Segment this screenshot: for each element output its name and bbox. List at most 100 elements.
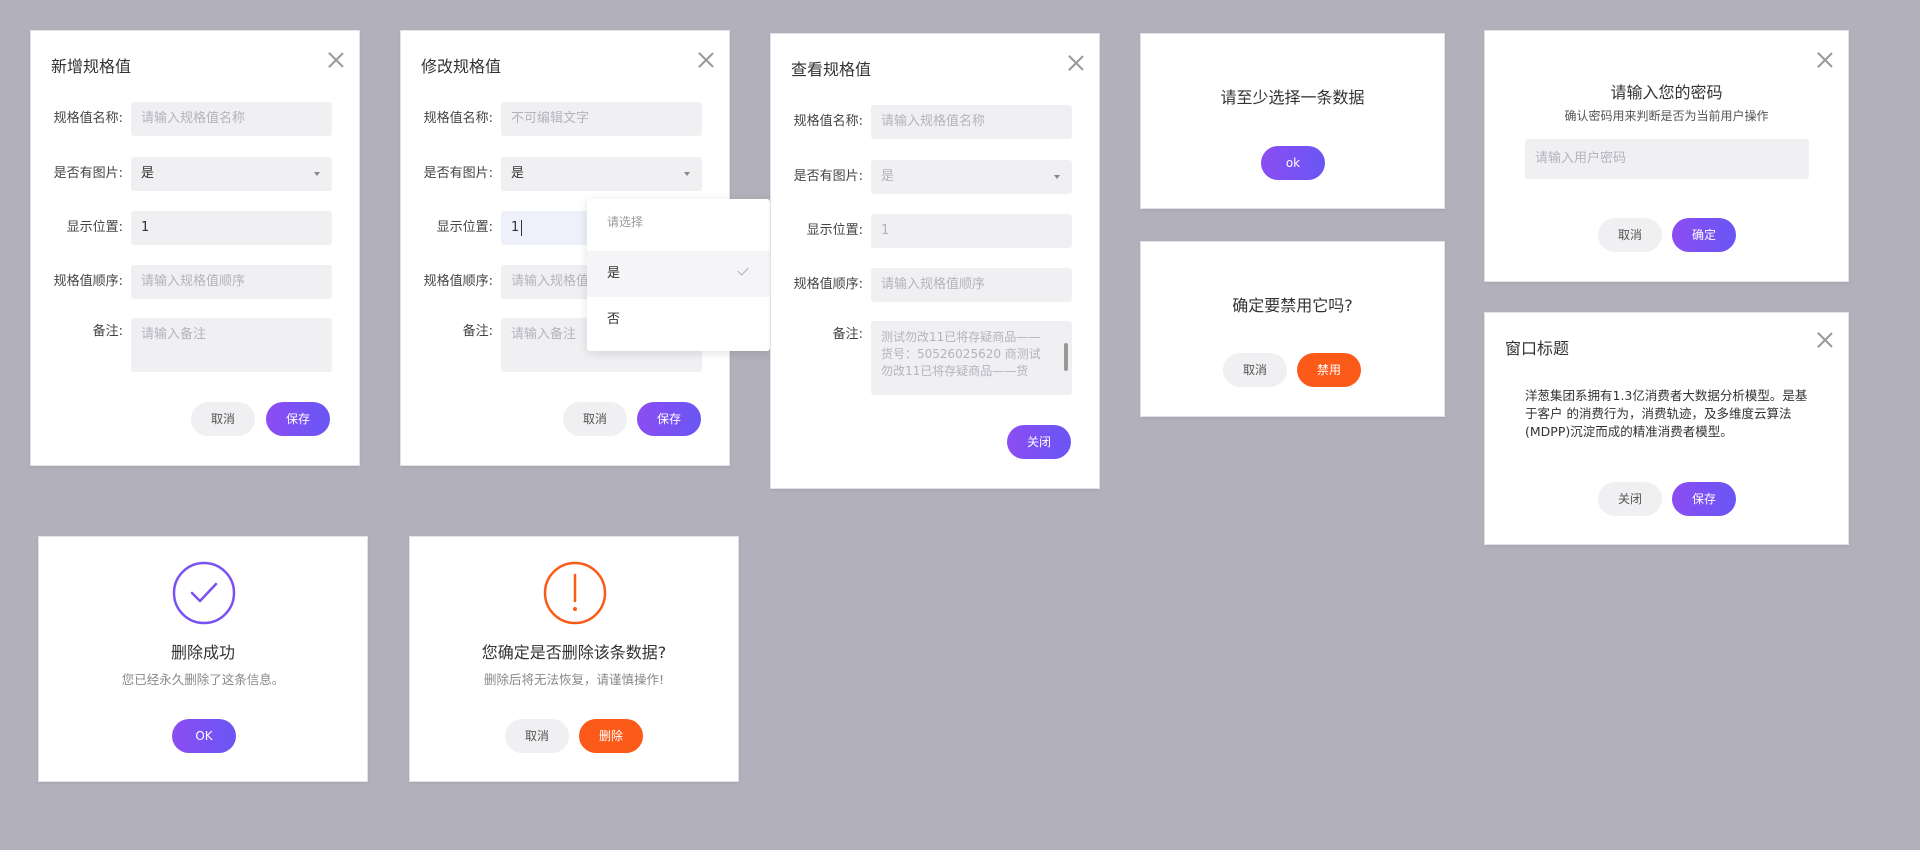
view-spec-dialog: 查看规格值 规格值名称: 请输入规格值名称 是否有图片: 是 显示位置: 1 规… [770, 33, 1100, 489]
note-row: 备注: 测试勿改11已将存疑商品——货号：50526025620 商测试勿改11… [771, 321, 1099, 395]
image-label: 是否有图片: [793, 169, 863, 184]
position-label: 显示位置: [436, 220, 493, 235]
position-row: 显示位置: 1 [31, 211, 359, 245]
success-check-icon [172, 561, 236, 625]
name-row: 规格值名称: 请输入规格值名称 [771, 105, 1099, 139]
image-select-dropdown: 请选择 是 否 [587, 199, 770, 351]
note-row: 备注: 请输入备注 [31, 318, 359, 372]
image-row: 是否有图片: 是 [771, 160, 1099, 194]
password-input[interactable]: 请输入用户密码 [1525, 139, 1809, 179]
image-select: 是 [871, 160, 1072, 194]
image-select-value: 是 [141, 166, 155, 181]
confirm-button[interactable]: 确定 [1672, 218, 1736, 252]
close-icon[interactable] [1067, 54, 1085, 72]
dialog-title: 窗口标题 [1505, 339, 1570, 358]
close-icon[interactable] [327, 51, 345, 69]
cancel-button[interactable]: 取消 [563, 402, 627, 436]
save-button[interactable]: 保存 [637, 402, 701, 436]
note-textarea[interactable]: 请输入备注 [131, 318, 332, 372]
chevron-down-icon [684, 172, 690, 176]
name-row: 规格值名称: 不可编辑文字 [401, 102, 729, 136]
dropdown-option-yes[interactable]: 是 [587, 251, 770, 297]
image-select[interactable]: 是 [131, 157, 332, 191]
name-label: 规格值名称: [793, 114, 863, 129]
image-select-value: 是 [881, 169, 895, 184]
dialog-title: 新增规格值 [51, 57, 132, 76]
dropdown-option-no[interactable]: 否 [587, 297, 770, 343]
note-label: 备注: [92, 324, 123, 339]
check-icon [737, 264, 749, 276]
image-label: 是否有图片: [53, 166, 123, 181]
image-row: 是否有图片: 是 [31, 157, 359, 191]
close-icon[interactable] [697, 51, 715, 69]
cancel-button[interactable]: 取消 [505, 719, 569, 753]
name-field: 请输入规格值名称 [871, 105, 1072, 139]
disable-confirm-dialog: 确定要禁用它吗? 取消 禁用 [1140, 241, 1445, 417]
name-input[interactable]: 请输入规格值名称 [131, 102, 332, 136]
dropdown-option-label: 是 [607, 266, 621, 281]
image-row: 是否有图片: 是 [401, 157, 729, 191]
close-icon[interactable] [1816, 51, 1834, 69]
chevron-down-icon [314, 172, 320, 176]
order-row: 规格值顺序: 请输入规格值顺序 [31, 265, 359, 299]
ok-button[interactable]: OK [172, 719, 236, 753]
position-label: 显示位置: [806, 223, 863, 238]
order-label: 规格值顺序: [423, 274, 493, 289]
text-cursor [521, 219, 523, 236]
alert-message: 请至少选择一条数据 [1220, 88, 1365, 107]
dialog-title: 请输入您的密码 [1610, 83, 1723, 102]
delete-success-dialog: 删除成功 您已经永久删除了这条信息。 OK [38, 536, 368, 782]
position-label: 显示位置: [66, 220, 123, 235]
dialog-subtitle: 确认密码用来判断是否为当前用户操作 [1564, 109, 1769, 123]
chevron-down-icon [1054, 175, 1060, 179]
note-text: 测试勿改11已将存疑商品——货号：50526025620 商测试勿改11已将存疑… [881, 330, 1041, 378]
image-select[interactable]: 是 [501, 157, 702, 191]
image-select-value: 是 [511, 166, 525, 181]
confirm-subtitle: 删除后将无法恢复，请谨慎操作! [483, 672, 664, 687]
success-title: 删除成功 [170, 643, 235, 662]
ok-button[interactable]: ok [1261, 146, 1325, 180]
cancel-button[interactable]: 取消 [191, 402, 255, 436]
dialog-title: 查看规格值 [791, 60, 872, 79]
name-row: 规格值名称: 请输入规格值名称 [31, 102, 359, 136]
dialog-body: 洋葱集团系拥有1.3亿消费者大数据分析模型。是基于客户 的消费行为，消费轨迹，及… [1525, 388, 1808, 439]
note-label: 备注: [832, 327, 863, 342]
add-spec-dialog: 新增规格值 规格值名称: 请输入规格值名称 是否有图片: 是 显示位置: 1 规… [30, 30, 360, 466]
confirm-message: 确定要禁用它吗? [1232, 296, 1353, 315]
position-input-value: 1 [511, 220, 520, 235]
dropdown-hint: 请选择 [607, 215, 644, 229]
disable-button[interactable]: 禁用 [1297, 353, 1361, 387]
position-row: 显示位置: 1 [771, 214, 1099, 248]
order-label: 规格值顺序: [793, 277, 863, 292]
position-input[interactable]: 1 [131, 211, 332, 245]
delete-confirm-dialog: 您确定是否删除该条数据? 删除后将无法恢复，请谨慎操作! 取消 删除 [409, 536, 739, 782]
cancel-button[interactable]: 取消 [1223, 353, 1287, 387]
order-field: 请输入规格值顺序 [871, 268, 1072, 302]
password-dialog: 请输入您的密码 确认密码用来判断是否为当前用户操作 请输入用户密码 取消 确定 [1484, 30, 1849, 282]
scrollbar-thumb[interactable] [1064, 343, 1068, 371]
confirm-title: 您确定是否删除该条数据? [481, 643, 667, 662]
name-label: 规格值名称: [423, 111, 493, 126]
save-button[interactable]: 保存 [1672, 482, 1736, 516]
success-subtitle: 您已经永久删除了这条信息。 [121, 672, 285, 687]
save-button[interactable]: 保存 [266, 402, 330, 436]
note-label: 备注: [462, 324, 493, 339]
dialog-title: 修改规格值 [421, 57, 502, 76]
select-alert-dialog: 请至少选择一条数据 ok [1140, 33, 1445, 209]
position-field: 1 [871, 214, 1072, 248]
delete-button[interactable]: 删除 [579, 719, 643, 753]
window-dialog: 窗口标题 洋葱集团系拥有1.3亿消费者大数据分析模型。是基于客户 的消费行为，消… [1484, 312, 1849, 545]
close-button[interactable]: 关闭 [1598, 482, 1662, 516]
dropdown-option-label: 否 [607, 312, 621, 327]
image-label: 是否有图片: [423, 166, 493, 181]
warning-icon [543, 561, 607, 625]
order-label: 规格值顺序: [53, 274, 123, 289]
close-icon[interactable] [1816, 331, 1834, 349]
name-readonly-field: 不可编辑文字 [501, 102, 702, 136]
order-input[interactable]: 请输入规格值顺序 [131, 265, 332, 299]
close-button[interactable]: 关闭 [1007, 425, 1071, 459]
note-textarea[interactable]: 测试勿改11已将存疑商品——货号：50526025620 商测试勿改11已将存疑… [871, 321, 1072, 395]
order-row: 规格值顺序: 请输入规格值顺序 [771, 268, 1099, 302]
name-label: 规格值名称: [53, 111, 123, 126]
cancel-button[interactable]: 取消 [1598, 218, 1662, 252]
